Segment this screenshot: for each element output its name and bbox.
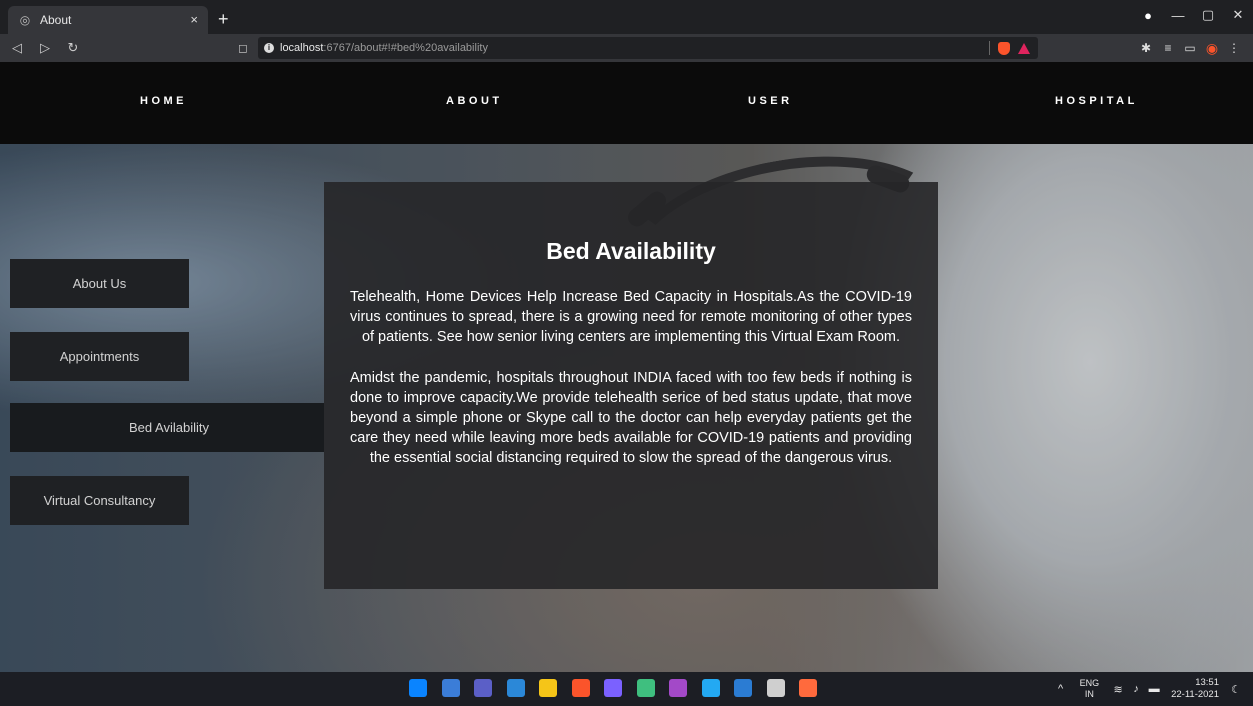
sidebar-item-about-us[interactable]: About Us — [10, 259, 189, 308]
browser-toolbar: ◁ ▷ ↻ ◻ i localhost :6767/about#!#bed%20… — [0, 34, 1253, 62]
taskbar-app-icon[interactable] — [669, 679, 687, 697]
extensions-icon[interactable]: ✱ — [1135, 41, 1157, 55]
system-tray: ^ ENG IN ≋ ♪ ▬ 13:51 22-11-2021 ☾ — [1052, 672, 1245, 706]
web-page: HOME ABOUT USER HOSPITAL About Us Appoin… — [0, 62, 1253, 672]
windows-taskbar: ^ ENG IN ≋ ♪ ▬ 13:51 22-11-2021 ☾ — [0, 672, 1253, 706]
content-paragraph-2: Amidst the pandemic, hospitals throughou… — [350, 370, 912, 466]
taskbar-app-icon[interactable] — [799, 679, 817, 697]
profile-icon[interactable]: ● — [1133, 8, 1163, 23]
region-code: IN — [1084, 689, 1094, 699]
taskbar-app-icon[interactable] — [409, 679, 427, 697]
taskbar-app-icon[interactable] — [474, 679, 492, 697]
browser-tab[interactable]: ◎ About × — [8, 6, 208, 34]
content-title: Bed Availability — [546, 238, 716, 264]
taskbar-app-icon[interactable] — [734, 679, 752, 697]
language-code: ENG — [1079, 678, 1100, 688]
taskbar-app-icon[interactable] — [701, 679, 720, 697]
wifi-icon[interactable]: ≋ — [1109, 683, 1127, 696]
globe-icon: ◎ — [19, 13, 31, 27]
forward-icon[interactable]: ▷ — [34, 40, 56, 56]
maximize-icon[interactable]: ▢ — [1193, 7, 1223, 23]
bookmark-icon[interactable]: ◻ — [234, 41, 252, 55]
clock[interactable]: 13:51 22-11-2021 — [1171, 677, 1219, 701]
clock-date: 22-11-2021 — [1171, 689, 1219, 700]
sidebar-item-bed-availability[interactable]: Bed Avilability — [10, 403, 324, 452]
taskbar-app-icon[interactable] — [571, 679, 590, 697]
site-info-icon[interactable]: i — [264, 43, 274, 53]
taskbar-app-icon[interactable] — [604, 679, 622, 697]
address-bar[interactable]: i localhost :6767/about#!#bed%20availabi… — [258, 37, 1038, 59]
divider — [989, 41, 990, 55]
extensions-area: ✱ ≡ ▭ ◉ ⋮ — [1135, 34, 1245, 62]
content-paragraph-1: Telehealth, Home Devices Help Increase B… — [350, 289, 912, 345]
playlist-icon[interactable]: ≡ — [1157, 41, 1179, 55]
taskbar-app-icon[interactable] — [441, 679, 460, 697]
battery-icon[interactable]: ▬ — [1145, 683, 1163, 695]
taskbar-app-icon[interactable] — [539, 679, 557, 697]
browser-tab-bar: ◎ About × + ● — ▢ ✕ — [0, 0, 1253, 34]
tab-title: About — [40, 13, 72, 27]
taskbar-app-icon[interactable] — [636, 679, 655, 697]
chevron-up-icon[interactable]: ^ — [1052, 683, 1070, 695]
url-path: :6767/about#!#bed%20availability — [323, 42, 488, 54]
url-host: localhost — [280, 42, 324, 54]
taskbar-app-icon[interactable] — [506, 679, 525, 697]
reload-icon[interactable]: ↻ — [62, 40, 84, 56]
taskbar-app-icon[interactable] — [766, 679, 785, 697]
content-card: Bed Availability Telehealth, Home Device… — [324, 182, 938, 589]
nav-user[interactable]: USER — [748, 95, 793, 107]
clock-time: 13:51 — [1195, 677, 1219, 688]
brave-shields — [989, 41, 1030, 55]
volume-icon[interactable]: ♪ — [1127, 683, 1145, 695]
notification-icon[interactable]: ☾ — [1227, 683, 1245, 696]
window-controls: ● — ▢ ✕ — [1133, 0, 1253, 30]
back-icon[interactable]: ◁ — [6, 40, 28, 56]
nav-home[interactable]: HOME — [140, 95, 187, 107]
top-navigation: HOME ABOUT USER HOSPITAL — [0, 62, 1253, 144]
wallet-icon[interactable]: ▭ — [1179, 41, 1201, 55]
taskbar-apps — [409, 679, 832, 697]
brave-shield-icon[interactable] — [998, 41, 1010, 55]
close-window-icon[interactable]: ✕ — [1223, 7, 1253, 23]
language-indicator[interactable]: ENG IN — [1080, 678, 1100, 700]
close-tab-icon[interactable]: × — [190, 12, 198, 27]
nav-about[interactable]: ABOUT — [446, 95, 503, 107]
brave-profile-icon[interactable]: ◉ — [1201, 40, 1223, 57]
brave-rewards-icon[interactable] — [1018, 42, 1030, 54]
new-tab-button[interactable]: + — [218, 8, 229, 30]
nav-hospital[interactable]: HOSPITAL — [1055, 95, 1138, 107]
sidebar-item-appointments[interactable]: Appointments — [10, 332, 189, 381]
minimize-icon[interactable]: — — [1163, 8, 1193, 23]
sidebar-item-virtual-consultancy[interactable]: Virtual Consultancy — [10, 476, 189, 525]
menu-icon[interactable]: ⋮ — [1223, 41, 1245, 55]
